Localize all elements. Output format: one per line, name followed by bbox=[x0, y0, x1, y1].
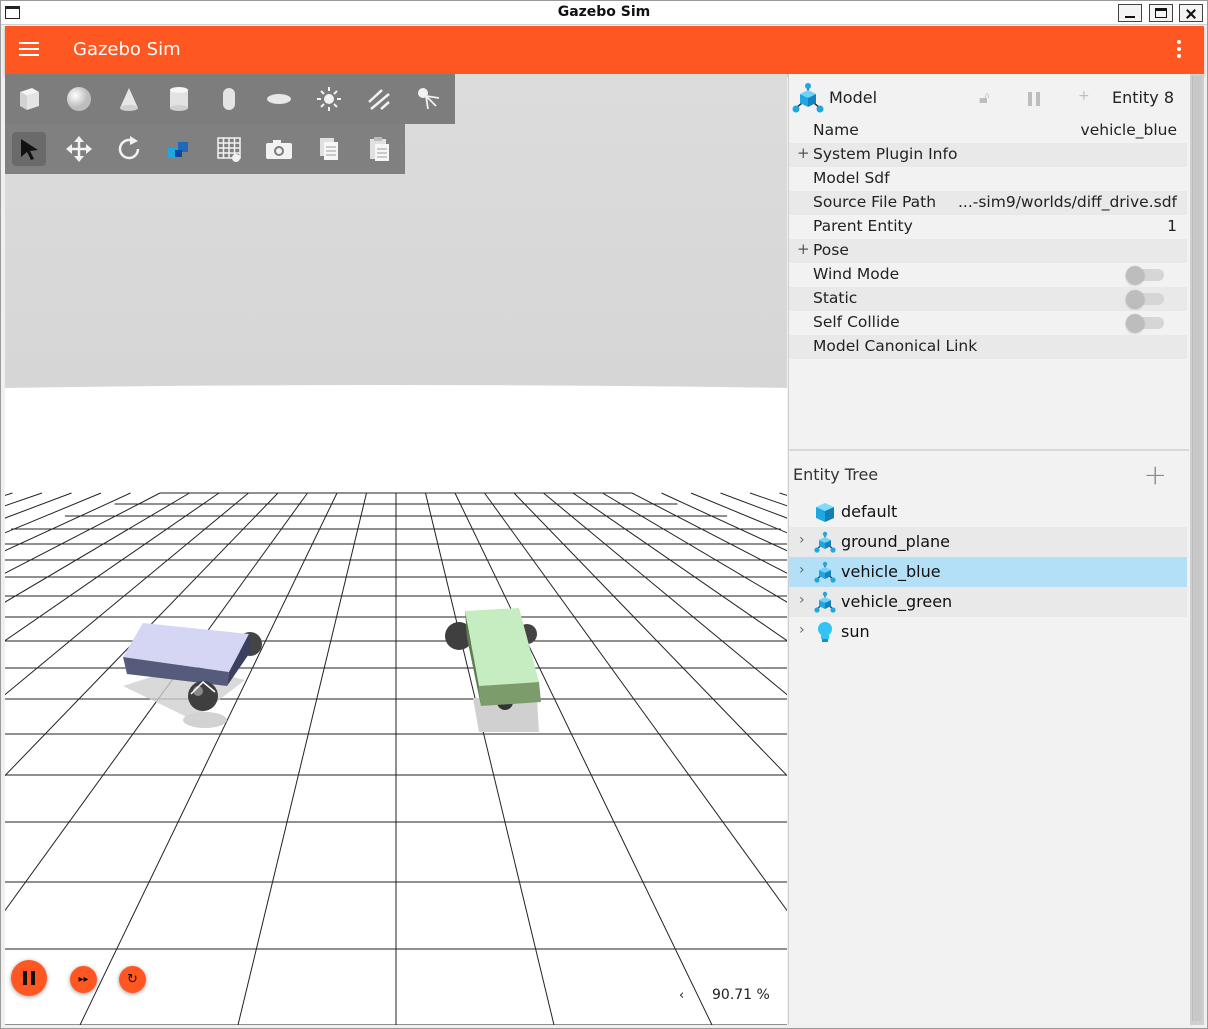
toggle-switch[interactable] bbox=[1126, 314, 1164, 332]
model-icon bbox=[813, 561, 837, 583]
paste-icon[interactable] bbox=[362, 132, 396, 166]
app-header: Gazebo Sim bbox=[5, 26, 1204, 74]
transform-control-icon[interactable] bbox=[162, 132, 196, 166]
spot-light-icon[interactable] bbox=[412, 82, 446, 116]
tools-toolbar bbox=[5, 124, 405, 174]
box-icon[interactable] bbox=[12, 82, 46, 116]
inspector-row-pose[interactable]: + Pose bbox=[789, 239, 1187, 263]
tree-node-default[interactable]: default bbox=[789, 497, 1187, 527]
inspector-value: 1 bbox=[1167, 217, 1177, 235]
inspector-key: Name bbox=[813, 121, 859, 139]
point-light-icon[interactable] bbox=[312, 82, 346, 116]
inspector-row-self-collide[interactable]: Self Collide bbox=[789, 311, 1187, 335]
component-inspector-header: Model 🔓︎ + Entity 8 bbox=[789, 82, 1189, 116]
inspector-row-model-canonical-link: Model Canonical Link bbox=[789, 335, 1187, 359]
inspector-key: Source File Path bbox=[813, 193, 937, 211]
window-title-bar[interactable]: Gazebo Sim bbox=[1, 1, 1207, 25]
inspector-row-wind-mode[interactable]: Wind Mode bbox=[789, 263, 1187, 287]
scene-render bbox=[5, 74, 787, 1025]
tree-node-label: sun bbox=[841, 622, 870, 641]
ellipsoid-icon[interactable] bbox=[262, 82, 296, 116]
shapes-toolbar bbox=[5, 74, 455, 124]
inspector-key: System Plugin Info bbox=[813, 145, 958, 163]
capsule-icon[interactable] bbox=[212, 82, 246, 116]
tree-node-label: vehicle_blue bbox=[841, 562, 941, 581]
entity-id-label: Entity 8 bbox=[1112, 88, 1174, 107]
chevron-right-icon[interactable]: › bbox=[799, 532, 805, 548]
world-cube-icon bbox=[813, 501, 837, 523]
translate-icon[interactable] bbox=[62, 132, 96, 166]
entity-tree-header: Entity Tree + bbox=[789, 458, 1189, 491]
chevron-right-icon[interactable]: › bbox=[799, 592, 805, 608]
tree-node-label: ground_plane bbox=[841, 532, 950, 551]
lock-icon[interactable]: 🔓︎ bbox=[979, 88, 989, 108]
rtf-expand-arrow[interactable]: ‹ bbox=[679, 988, 684, 1003]
add-component-icon[interactable]: + bbox=[1078, 88, 1090, 104]
application-window: Gazebo Sim Gazebo Sim ▸▸ ↻ ‹ 90.71 % Mod… bbox=[0, 0, 1208, 1029]
chevron-right-icon[interactable]: › bbox=[799, 562, 805, 578]
3d-scene-viewport[interactable]: ▸▸ ↻ ‹ 90.71 % bbox=[5, 74, 787, 1025]
close-button[interactable] bbox=[1179, 4, 1203, 22]
inspector-row-parent-entity: Parent Entity 1 bbox=[789, 215, 1187, 239]
expand-icon[interactable]: + bbox=[797, 144, 810, 162]
inspector-key: Wind Mode bbox=[813, 265, 900, 283]
real-time-factor: 90.71 % bbox=[712, 987, 770, 1003]
minimize-button[interactable] bbox=[1118, 4, 1142, 22]
grid-snap-icon[interactable] bbox=[212, 132, 246, 166]
expand-icon[interactable]: + bbox=[797, 240, 810, 258]
copy-icon[interactable] bbox=[312, 132, 346, 166]
inspector-key: Parent Entity bbox=[813, 217, 913, 235]
window-title: Gazebo Sim bbox=[557, 4, 651, 20]
tree-node-vehicle-blue[interactable]: › vehicle_blue bbox=[789, 557, 1187, 587]
directional-light-icon[interactable] bbox=[362, 82, 396, 116]
tree-node-label: default bbox=[841, 502, 898, 521]
sphere-icon[interactable] bbox=[62, 82, 96, 116]
inspector-value: ...-sim9/worlds/diff_drive.sdf bbox=[957, 193, 1177, 211]
inspector-row-system-plugin-info[interactable]: + System Plugin Info bbox=[789, 143, 1187, 167]
inspector-row-static[interactable]: Static bbox=[789, 287, 1187, 311]
inspector-key: Static bbox=[813, 289, 858, 307]
tree-node-vehicle-green[interactable]: › vehicle_green bbox=[789, 587, 1187, 617]
hamburger-menu-icon[interactable] bbox=[19, 41, 39, 58]
screenshot-icon[interactable] bbox=[262, 132, 296, 166]
select-icon[interactable] bbox=[12, 132, 46, 166]
inspector-row-source-file-path: Source File Path ...-sim9/worlds/diff_dri… bbox=[789, 191, 1187, 215]
tree-node-ground-plane[interactable]: › ground_plane bbox=[789, 527, 1187, 557]
inspector-row-model-sdf: Model Sdf bbox=[789, 167, 1187, 191]
chevron-right-icon[interactable]: › bbox=[799, 622, 805, 638]
maximize-button[interactable] bbox=[1149, 4, 1173, 22]
model-icon bbox=[792, 83, 824, 113]
app-title: Gazebo Sim bbox=[73, 39, 181, 60]
inspector-value: vehicle_blue bbox=[1080, 121, 1177, 139]
tree-node-label: vehicle_green bbox=[841, 592, 953, 611]
cylinder-icon[interactable] bbox=[162, 82, 196, 116]
pause-button[interactable] bbox=[11, 960, 47, 996]
tree-node-sun[interactable]: › sun bbox=[789, 617, 1187, 647]
toggle-switch[interactable] bbox=[1126, 290, 1164, 308]
entity-tree-title: Entity Tree bbox=[793, 465, 879, 484]
step-button[interactable]: ▸▸ bbox=[70, 966, 97, 993]
inspector-key: Model Canonical Link bbox=[813, 337, 978, 355]
component-type-label: Model bbox=[829, 88, 878, 107]
right-panel: Model 🔓︎ + Entity 8 Name vehicle_blue + Sys… bbox=[788, 74, 1190, 1025]
kebab-menu-icon[interactable] bbox=[1176, 40, 1182, 60]
inspector-row-name: Name vehicle_blue bbox=[789, 119, 1187, 143]
light-bulb-icon bbox=[813, 621, 837, 643]
cone-icon[interactable] bbox=[112, 82, 146, 116]
add-entity-icon[interactable]: + bbox=[1144, 458, 1167, 491]
pause-updates-icon[interactable] bbox=[1028, 92, 1040, 106]
right-panel-scrollbar[interactable] bbox=[1190, 74, 1204, 1025]
model-icon bbox=[813, 591, 837, 613]
reset-button[interactable]: ↻ bbox=[119, 966, 146, 993]
inspector-key: Pose bbox=[813, 241, 849, 259]
inspector-key: Model Sdf bbox=[813, 169, 890, 187]
rotate-icon[interactable] bbox=[112, 132, 146, 166]
model-icon bbox=[813, 531, 837, 553]
toggle-switch[interactable] bbox=[1126, 266, 1164, 284]
panel-divider[interactable] bbox=[789, 449, 1189, 451]
inspector-key: Self Collide bbox=[813, 313, 900, 331]
